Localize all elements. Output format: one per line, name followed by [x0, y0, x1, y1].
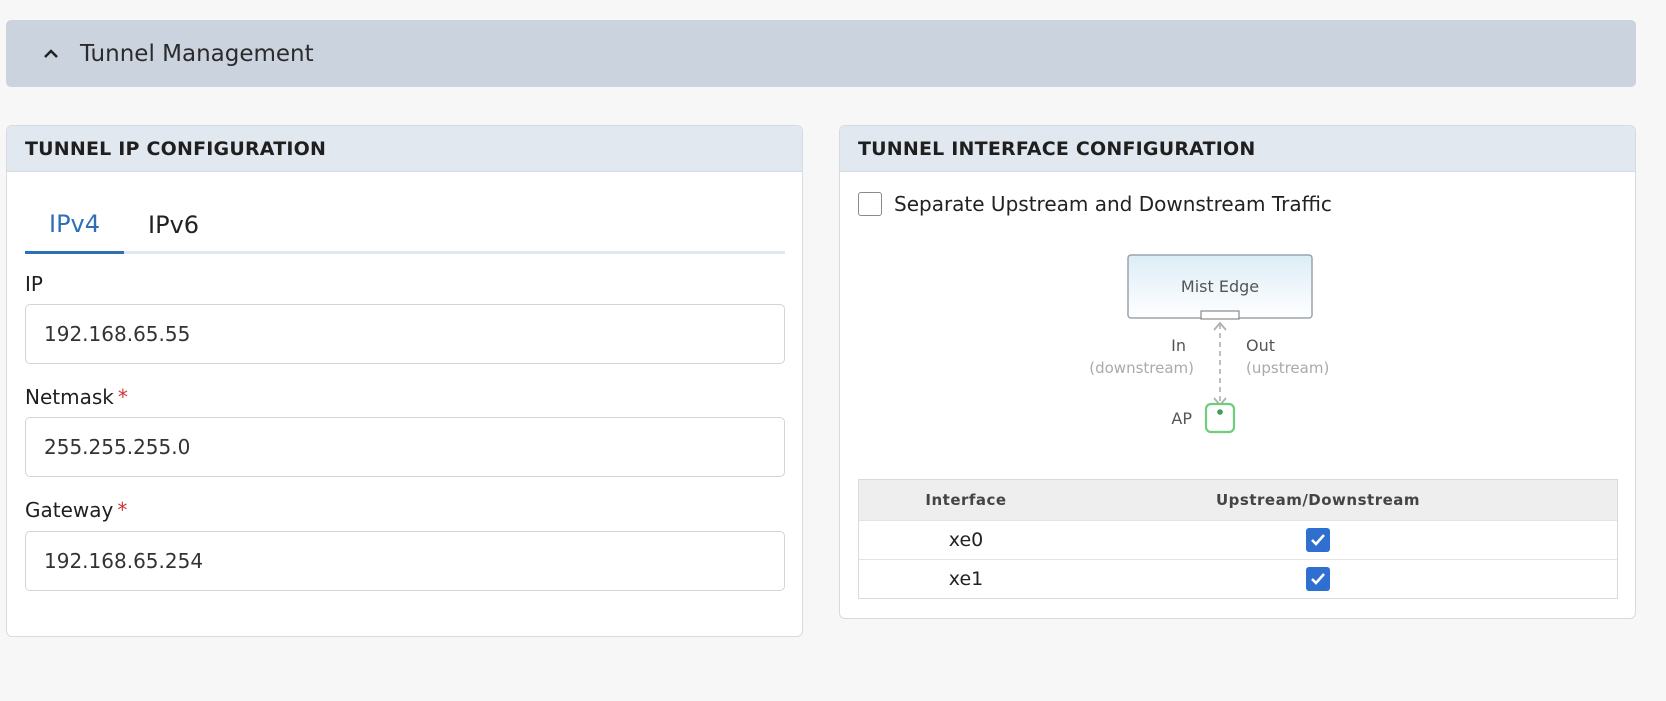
- upstream-downstream-checkbox[interactable]: [1306, 528, 1330, 552]
- column-header-interface: Interface: [925, 491, 1007, 509]
- ip-label: IP: [25, 272, 43, 296]
- separate-traffic-row[interactable]: Separate Upstream and Downstream Traffic: [858, 192, 1332, 216]
- in-sublabel: (downstream): [1089, 359, 1194, 377]
- gateway-label-text: Gateway: [25, 498, 114, 522]
- tab-ipv4[interactable]: IPv4: [25, 196, 125, 254]
- out-label: Out: [1246, 336, 1275, 355]
- card-title: TUNNEL IP CONFIGURATION: [7, 126, 802, 172]
- table-header: Interface Upstream/Downstream: [859, 480, 1617, 520]
- table-row: xe1: [859, 559, 1617, 598]
- tunnel-ip-configuration-card: TUNNEL IP CONFIGURATION IPv4 IPv6 IP 192…: [6, 125, 803, 637]
- upstream-downstream-cell: [1073, 567, 1563, 591]
- checkmark-icon: [1311, 573, 1325, 585]
- interface-name: xe0: [948, 529, 984, 551]
- tunnel-management-header[interactable]: Tunnel Management: [6, 20, 1636, 87]
- section-title: Tunnel Management: [80, 40, 314, 67]
- interface-name: xe1: [948, 568, 984, 590]
- ap-icon: [1204, 402, 1236, 434]
- netmask-label: Netmask *: [25, 385, 128, 409]
- required-marker: *: [117, 498, 128, 522]
- interface-table: Interface Upstream/Downstream xe0 xe1: [858, 479, 1618, 599]
- upstream-downstream-cell: [1073, 528, 1563, 552]
- ip-version-tabs: IPv4 IPv6: [25, 196, 785, 254]
- mist-edge-label: Mist Edge: [1181, 277, 1259, 296]
- separate-traffic-checkbox[interactable]: [858, 192, 882, 216]
- ip-label-text: IP: [25, 272, 43, 296]
- in-label: In: [1171, 336, 1186, 355]
- mist-edge-port: [1200, 310, 1240, 320]
- ap-led-icon: [1217, 409, 1223, 415]
- gateway-label: Gateway *: [25, 498, 127, 522]
- tunnel-interface-configuration-card: TUNNEL INTERFACE CONFIGURATION Separate …: [839, 125, 1636, 619]
- table-row: xe0: [859, 520, 1617, 559]
- chevron-up-icon[interactable]: [44, 47, 58, 61]
- required-marker: *: [117, 385, 128, 409]
- tab-ipv6[interactable]: IPv6: [124, 196, 223, 254]
- tunnel-diagram: Mist Edge In (downstream) Out (upstream)…: [1089, 254, 1329, 434]
- ip-input[interactable]: 192.168.65.55: [25, 304, 785, 364]
- ap-label: AP: [1171, 409, 1192, 428]
- gateway-input[interactable]: 192.168.65.254: [25, 531, 785, 591]
- out-sublabel: (upstream): [1246, 359, 1329, 377]
- upstream-downstream-checkbox[interactable]: [1306, 567, 1330, 591]
- card-title: TUNNEL INTERFACE CONFIGURATION: [840, 126, 1635, 172]
- netmask-label-text: Netmask: [25, 385, 114, 409]
- separate-traffic-label: Separate Upstream and Downstream Traffic: [894, 192, 1332, 216]
- netmask-input[interactable]: 255.255.255.0: [25, 417, 785, 477]
- checkmark-icon: [1311, 534, 1325, 546]
- column-header-upstream-downstream: Upstream/Downstream: [1215, 491, 1421, 509]
